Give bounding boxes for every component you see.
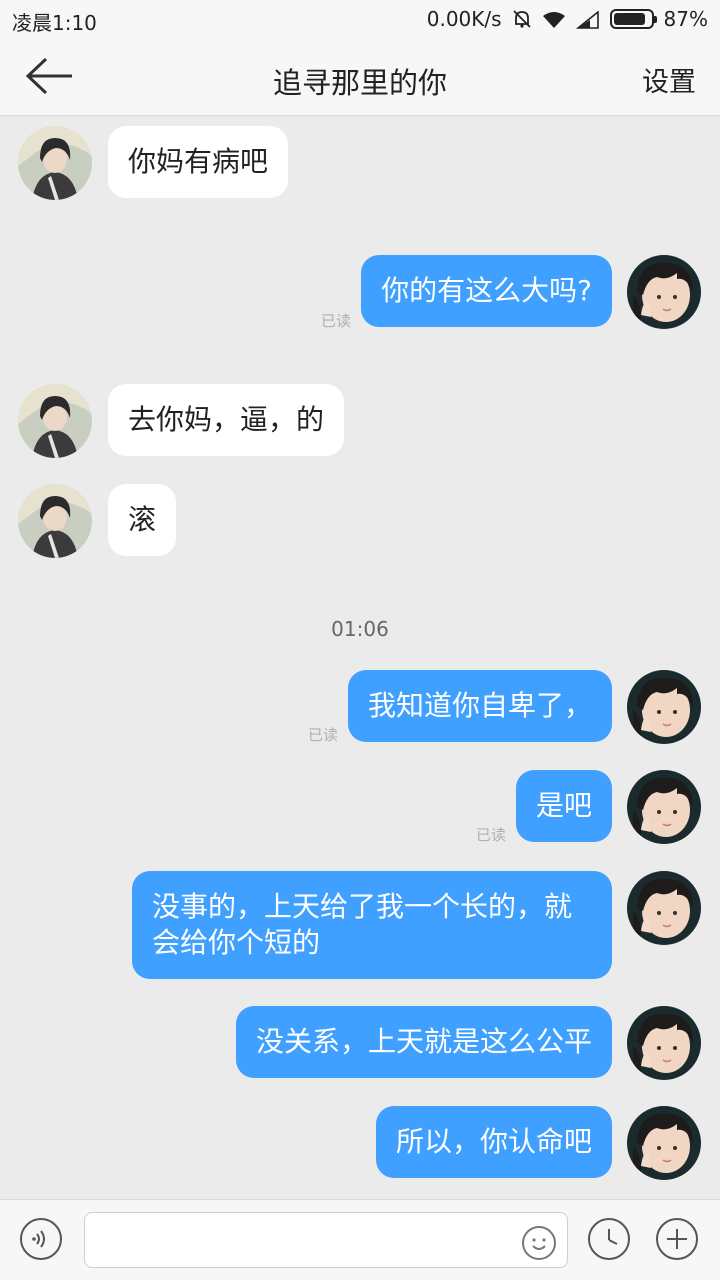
input-bar [0,1199,720,1280]
bell-off-icon [512,9,532,29]
outgoing-message-bubble[interactable]: 你的有这么大吗? [361,255,612,327]
status-bar: 凌晨1:10 0.00K/s 87% [0,0,720,38]
outgoing-message-bubble[interactable]: 没事的，上天给了我一个长的，就会给你个短的 [132,871,612,979]
outgoing-message-bubble[interactable]: 是吧 [515,770,612,842]
outgoing-message-bubble[interactable]: 没关系，上天就是这么公平 [235,1006,612,1078]
incoming-message-bubble[interactable]: 去你妈，逼，的 [108,384,345,456]
contact-avatar[interactable] [18,384,92,458]
contact-avatar[interactable] [18,484,92,558]
clock-icon[interactable] [588,1218,630,1260]
voice-icon[interactable] [20,1218,62,1260]
read-receipt: 已读 [321,312,352,330]
status-time: 凌晨1:10 [12,11,97,35]
outgoing-message-bubble[interactable]: 我知道你自卑了， [347,670,612,742]
my-avatar[interactable] [627,670,701,744]
my-avatar[interactable] [627,1006,701,1080]
incoming-message-bubble[interactable]: 你妈有病吧 [108,126,289,198]
emoji-icon[interactable] [522,1226,556,1260]
chat-title: 追寻那里的你 [272,66,447,100]
my-avatar[interactable] [627,871,701,945]
net-speed: 0.00K/s [426,7,502,31]
settings-button[interactable]: 设置 [642,60,696,99]
outgoing-message-bubble[interactable]: 所以，你认命吧 [375,1106,612,1178]
my-avatar[interactable] [627,1106,701,1180]
read-receipt: 已读 [476,826,507,844]
battery-icon [609,9,657,29]
battery-percent: 87% [663,7,708,31]
chat-header: 追寻那里的你 设置 [0,38,720,116]
incoming-message-bubble[interactable]: 滚 [108,484,177,556]
contact-avatar[interactable] [18,126,92,200]
my-avatar[interactable] [627,255,701,329]
timestamp: 01:06 [331,617,389,641]
read-receipt: 已读 [308,726,339,744]
plus-icon[interactable] [656,1218,698,1260]
signal-icon [575,10,600,29]
wifi-icon [542,10,566,28]
my-avatar[interactable] [627,770,701,844]
message-input[interactable] [84,1212,568,1268]
